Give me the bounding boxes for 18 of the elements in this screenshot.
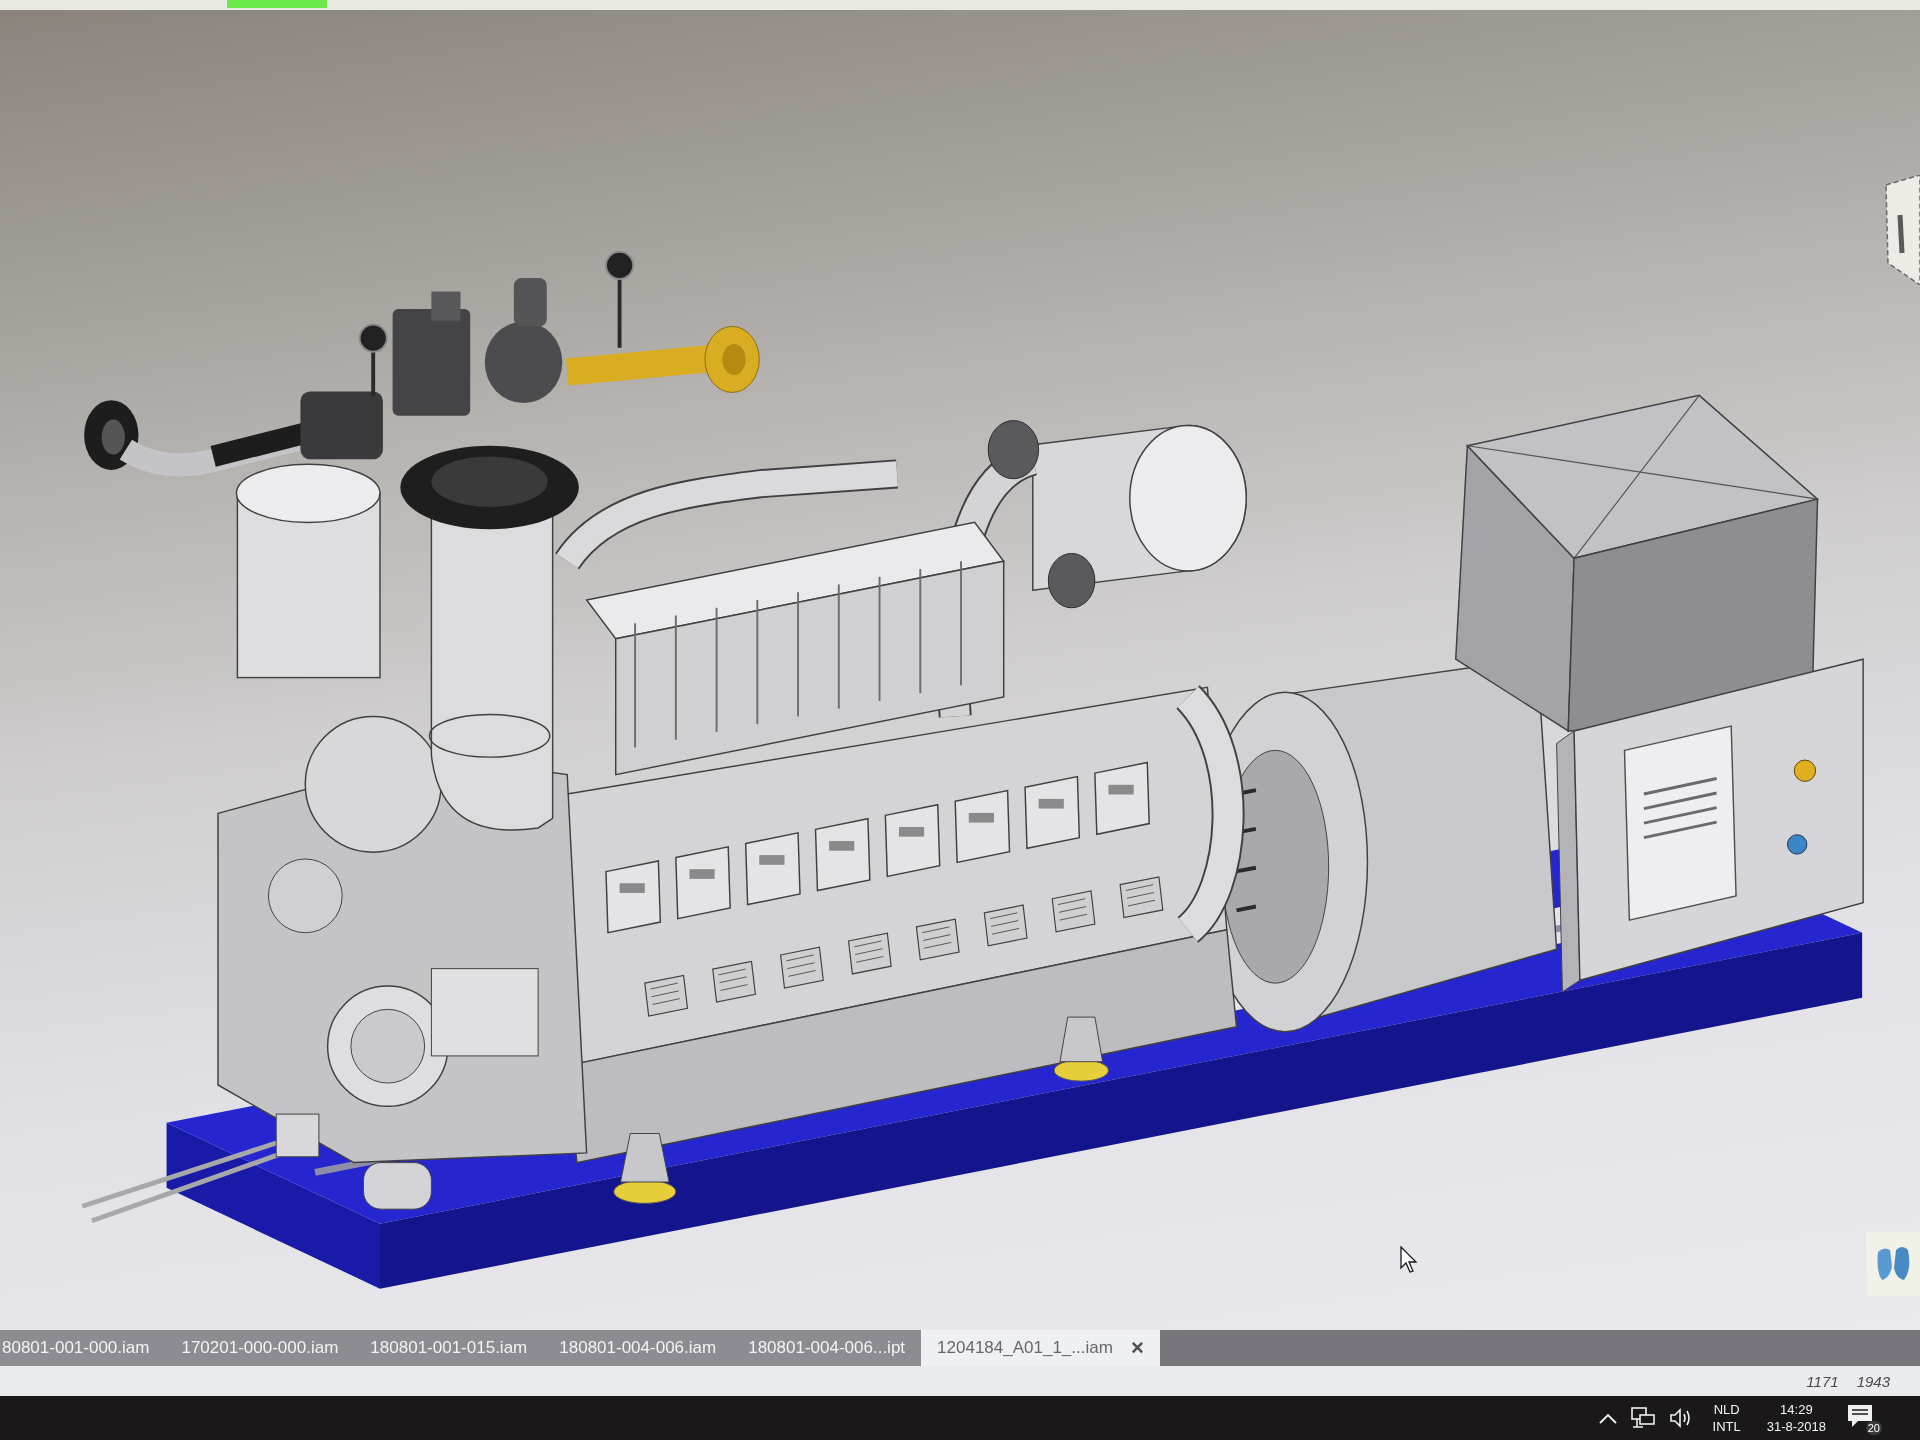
status-value: 1171 (1806, 1372, 1839, 1390)
document-tab[interactable]: 1204184_A01_1_...iam × (921, 1330, 1160, 1366)
close-tab-button[interactable]: × (1130, 1335, 1144, 1361)
document-tab[interactable]: 180801-001-015.iam (354, 1330, 544, 1366)
speaker-icon[interactable] (1668, 1407, 1693, 1429)
document-tab[interactable]: 80801-001-000.iam (0, 1330, 166, 1366)
notification-count-badge: 20 (1865, 1421, 1882, 1435)
navigation-icon[interactable] (1866, 1232, 1920, 1296)
document-tab[interactable]: 180801-004-006.iam (543, 1330, 733, 1366)
network-icon[interactable] (1630, 1407, 1655, 1429)
input-language-indicator[interactable]: NLD INTL (1706, 1401, 1747, 1435)
caret-up-icon[interactable] (1598, 1412, 1617, 1424)
status-value: 1943 (1856, 1372, 1890, 1390)
cursor-icon (1400, 1246, 1418, 1273)
document-tab[interactable]: 180801-004-006...ipt (732, 1330, 922, 1366)
taskbar-clock[interactable]: 14:29 31-8-2018 (1760, 1401, 1832, 1435)
document-tab[interactable]: 170201-000-000.iam (165, 1330, 355, 1366)
view-cube-icon[interactable] (1882, 175, 1920, 285)
